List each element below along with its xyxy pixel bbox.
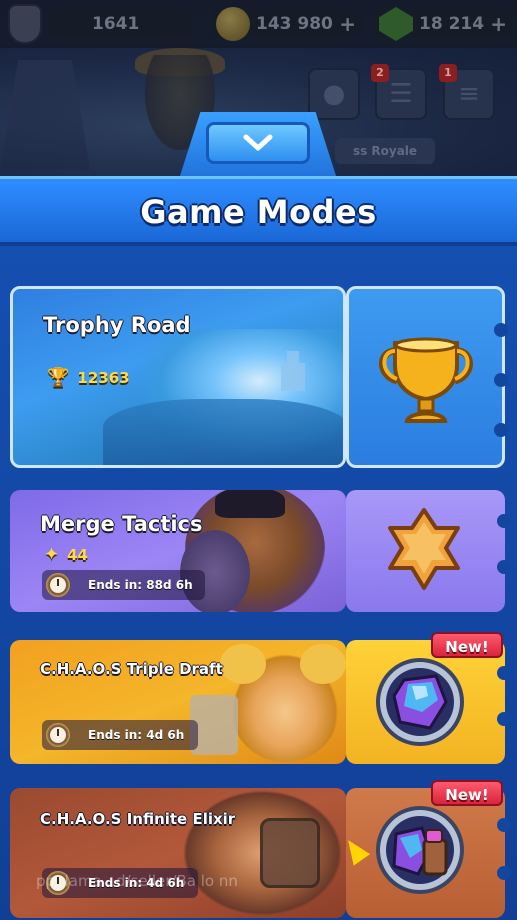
panel-title: Game Modes	[140, 193, 377, 231]
stub-notch	[497, 712, 511, 726]
trophy-icon: 🏆	[47, 367, 70, 388]
event-timer: Ends in: 88d 6h	[42, 570, 205, 600]
stub-notch	[497, 866, 511, 880]
stub-notch	[494, 323, 508, 337]
top-resource-bar: 1641 143 980 + 18 214 +	[0, 0, 517, 48]
menu-button[interactable]: 1 ≡	[439, 64, 495, 120]
barrel-art	[260, 818, 320, 888]
mode-card-banner[interactable]: Trophy Road 🏆 12363	[10, 286, 346, 468]
mode-card-banner[interactable]: C.H.A.O.S Infinite Elixir Ends in: 4d 6h	[10, 788, 346, 918]
stub-notch	[494, 423, 508, 437]
collapse-panel-button[interactable]	[206, 122, 310, 164]
stopwatch-icon	[46, 573, 70, 597]
character-hair-right	[300, 644, 346, 684]
trophy-road-ground	[103, 399, 343, 465]
trophy-cup-icon	[379, 337, 473, 423]
panel-title-bar: Game Modes	[0, 176, 517, 246]
mode-card-banner[interactable]: C.H.A.O.S Triple Draft Ends in: 4d 6h	[10, 640, 346, 764]
hamburger-menu-icon: ≡	[458, 79, 480, 109]
chevron-down-icon	[243, 134, 273, 151]
menu-badge: 1	[439, 64, 457, 82]
character-hair	[215, 490, 285, 518]
stub-notch	[497, 818, 511, 832]
sparkle-value: 44	[67, 546, 88, 564]
gold-amount: 143 980	[256, 14, 333, 34]
gold-counter[interactable]: 143 980 +	[212, 7, 362, 41]
mode-title: C.H.A.O.S Infinite Elixir	[40, 810, 236, 828]
event-timer: Ends in: 4d 6h	[42, 720, 198, 750]
mode-title: Merge Tactics	[40, 512, 203, 536]
mode-title: Trophy Road	[43, 313, 191, 337]
new-badge: New!	[431, 632, 503, 658]
stub-notch	[497, 666, 511, 680]
stopwatch-icon	[46, 723, 70, 747]
watermark-text: pp. lama ..d/seller/Ba lo nn	[36, 872, 238, 890]
mode-card-trophy-road[interactable]: Trophy Road 🏆 12363	[10, 286, 508, 468]
stub-notch	[497, 514, 511, 528]
gem-icon	[379, 7, 413, 41]
news-badge: 2	[371, 64, 389, 82]
news-icon: ☰	[389, 79, 413, 109]
battle-mode-label: ss Royale	[335, 138, 435, 164]
friends-button[interactable]: ●	[308, 68, 360, 120]
trophy-count: 1641	[92, 14, 140, 34]
mode-title: C.H.A.O.S Triple Draft	[40, 660, 223, 678]
mode-card-chaos-triple-draft[interactable]: C.H.A.O.S Triple Draft Ends in: 4d 6h Ne…	[10, 632, 511, 764]
trophy-value-row: 🏆 12363	[47, 367, 130, 388]
chaos-crystal-icon	[376, 658, 464, 746]
mode-card-merge-tactics[interactable]: Merge Tactics ✦ 44 Ends in: 88d 6h	[10, 490, 511, 612]
mode-card-stub[interactable]	[346, 286, 508, 468]
character-hair-left	[220, 644, 266, 684]
stub-notch	[497, 560, 511, 574]
star-icon	[388, 508, 460, 590]
player-level-shield-icon[interactable]	[8, 4, 42, 44]
timer-text: Ends in: 4d 6h	[88, 728, 185, 742]
gem-counter[interactable]: 18 214 +	[375, 7, 513, 41]
mode-card-stub[interactable]	[346, 490, 511, 612]
friends-icon: ●	[322, 79, 346, 109]
trophy-counter: 1641	[48, 10, 193, 38]
chaos-elixir-icon	[376, 806, 464, 894]
add-gems-icon[interactable]: +	[490, 10, 507, 38]
stub-notch	[494, 373, 508, 387]
mode-card-chaos-infinite-elixir[interactable]: C.H.A.O.S Infinite Elixir Ends in: 4d 6h…	[10, 780, 511, 918]
new-badge: New!	[431, 780, 503, 806]
add-gold-icon[interactable]: +	[339, 10, 356, 38]
mode-card-banner[interactable]: Merge Tactics ✦ 44 Ends in: 88d 6h	[10, 490, 346, 612]
news-button[interactable]: 2 ☰	[371, 64, 427, 120]
sparkle-value-row: ✦ 44	[44, 544, 88, 565]
gem-amount: 18 214	[419, 14, 485, 34]
sparkle-icon: ✦	[44, 544, 60, 565]
gold-coin-icon	[216, 7, 250, 41]
timer-text: Ends in: 88d 6h	[88, 578, 193, 592]
trophy-value: 12363	[77, 369, 130, 387]
mode-card-stub[interactable]: New!	[346, 632, 511, 764]
